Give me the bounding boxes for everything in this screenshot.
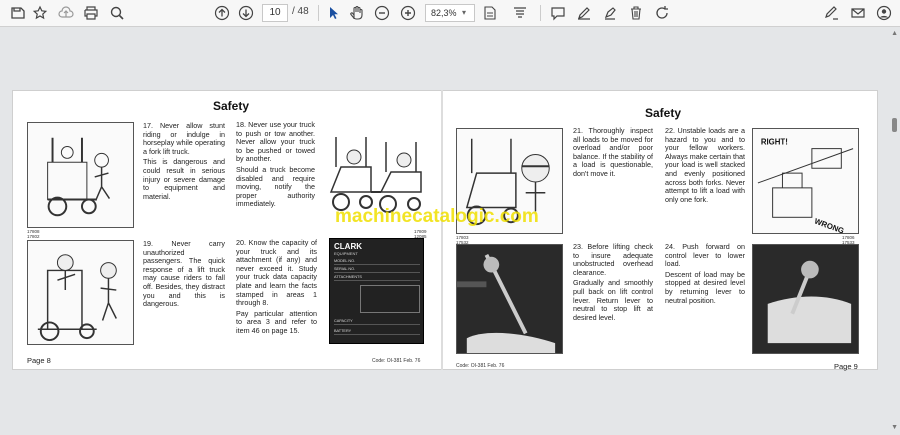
save-icon[interactable] [8,3,28,23]
item-22: 22. Unstable loads are a hazard to you a… [665,126,745,204]
item-21-text: 21. Thoroughly inspect all loads to be m… [573,126,653,181]
plate-subtitle: EQUIPMENT [334,251,358,256]
delete-icon[interactable] [626,3,646,23]
page-number-input[interactable]: 10 [262,4,288,22]
plate-grid [360,285,420,313]
print-icon[interactable] [81,3,101,23]
illustration-passengers [27,240,134,345]
item-19: 19. Never carry unauthorized passengers.… [143,239,225,309]
search-icon[interactable] [107,3,127,23]
item-17: 17. Never allow stunt riding or indulge … [143,121,225,156]
plate-row: SERIAL NO. [334,267,420,273]
hand-icon[interactable] [347,3,367,23]
item-17-detail: This is dangerous and could result in se… [143,157,225,201]
mail-icon[interactable] [848,3,868,23]
viewer-toolbar: 10 / 48 82,3% ▾ [0,0,900,27]
page-title: Safety [213,99,250,113]
plate-row: ATTACHMENTS [334,275,420,281]
highlight-icon[interactable] [600,3,620,23]
item-22-text: 22. Unstable loads are a hazard to you a… [665,126,745,206]
plate-row: MODEL NO. [334,259,420,265]
illustration-stable-loads: RIGHT! WRONG [752,128,859,234]
account-icon[interactable] [874,3,894,23]
draw-icon[interactable] [574,3,594,23]
figure-code: 17808 17802 [27,229,40,239]
document-code: Code: OI-381 Feb. 76 [456,363,505,369]
plate-row: CAPACITY [334,319,420,325]
item-21: 21. Thoroughly inspect all loads to be m… [573,126,653,178]
item-18-detail: Should a truck become disabled and requi… [236,164,315,209]
capacity-data-plate: CLARK EQUIPMENT MODEL NO. SERIAL NO. ATT… [329,238,424,344]
item-23-text: 23. Before lifting check to insure adequ… [573,242,653,324]
rotate-icon[interactable] [652,3,672,23]
plate-row: BATTERY [334,329,420,335]
vertical-scrollbar[interactable] [888,27,900,435]
item-24-detail: Descent of load may be stopped at desire… [665,269,745,305]
photo-lift-control [456,244,563,354]
up-arrow-icon[interactable] [212,3,232,23]
zoom-level-select[interactable]: 82,3% [425,4,475,22]
read-mode-icon[interactable] [510,3,530,23]
page-number-label: Page 9 [834,362,858,371]
item-23-detail: Gradually and smoothly pull back on lift… [573,278,653,322]
item-23: 23. Before lifting check to insure adequ… [573,242,653,277]
illustration-stunt-riding [27,122,134,228]
toolbar-separator [318,5,319,21]
right-label: RIGHT! [761,138,788,147]
document-code: Code: OI-381 Feb. 76 [372,358,421,364]
scroll-down-icon[interactable]: ▼ [891,424,898,431]
item-24-text: 24. Push forward on control lever to low… [665,242,745,307]
toolbar-separator [540,5,541,21]
item-19-text: 19. Never carry unauthorized passengers.… [143,239,225,311]
comment-icon[interactable] [548,3,568,23]
bookmark-icon[interactable] [30,3,50,23]
fit-page-icon[interactable] [480,3,500,23]
select-cursor-icon[interactable] [323,3,343,23]
scroll-up-icon[interactable]: ▲ [891,30,898,37]
sign-icon[interactable] [822,3,842,23]
zoom-out-icon[interactable] [372,3,392,23]
down-arrow-icon[interactable] [236,3,256,23]
page-total: / 48 [292,6,309,17]
item-18: 18. Never use your truck to push or tow … [236,120,315,164]
item-20-detail: Pay particular attention to area 3 and r… [236,308,317,335]
wrong-label: WRONG [813,217,845,233]
item-20-text: 20. Know the capacity of your truck and … [236,238,317,338]
zoom-in-icon[interactable] [398,3,418,23]
page-number-label: Page 8 [27,356,51,365]
item-17-text: 17. Never allow stunt riding or indulge … [143,121,225,203]
document-spread [12,90,878,370]
plate-brand: CLARK [334,242,362,251]
scrollbar-thumb[interactable] [892,118,897,132]
page-title: Safety [645,106,682,120]
item-20: 20. Know the capacity of your truck and … [236,238,317,308]
photo-lower-load [752,244,859,354]
item-18-text: 18. Never use your truck to push or tow … [236,120,315,211]
upload-icon[interactable] [56,3,76,23]
watermark-text: machinecatalogic.com [335,206,539,227]
chevron-down-icon[interactable]: ▾ [462,8,466,17]
item-24: 24. Push forward on control lever to low… [665,242,745,269]
page-gutter [441,90,443,370]
